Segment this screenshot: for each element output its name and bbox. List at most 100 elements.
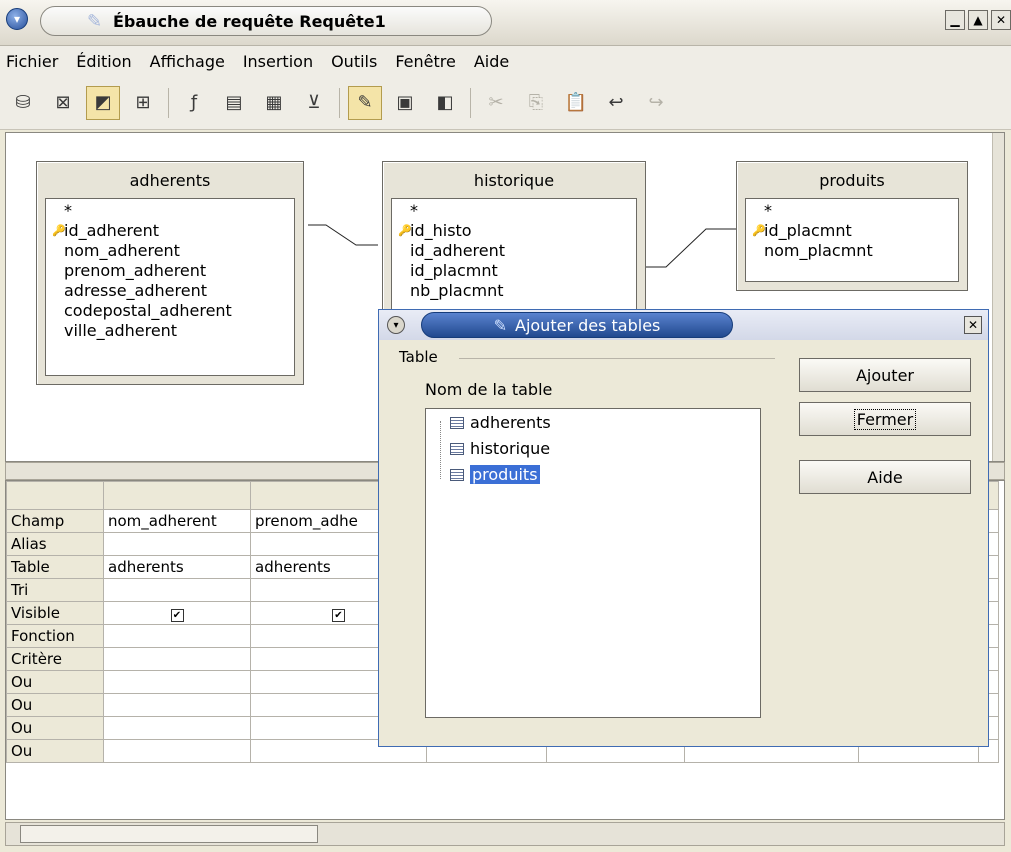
group-divider (459, 358, 775, 359)
table-window-historique[interactable]: historique * 🔑 id_histo id_adherent id_pl… (382, 161, 646, 321)
save-icon[interactable]: ▣ (388, 86, 422, 120)
field-item[interactable]: ville_adherent (52, 321, 288, 341)
alias-icon[interactable]: ▦ (257, 86, 291, 120)
corner-cell (6, 481, 104, 510)
menu-insertion[interactable]: Insertion (243, 52, 323, 71)
toolbar-separator (168, 87, 169, 118)
dialog-menu-button[interactable]: ▾ (387, 316, 405, 334)
menu-aide[interactable]: Aide (474, 52, 519, 71)
menu-fenetre[interactable]: Fenêtre (395, 52, 466, 71)
minimize-button[interactable]: ▁ (945, 10, 965, 30)
paste-icon[interactable]: 📋 (559, 86, 593, 120)
add-table-icon[interactable]: ⊞ (126, 86, 160, 120)
grid-cell[interactable]: nom_adherent (103, 509, 251, 533)
field-list-historique: * 🔑 id_histo id_adherent id_placmnt nb_pl… (391, 198, 637, 312)
grid-cell[interactable]: adherents (103, 555, 251, 579)
grid-cell[interactable] (103, 716, 251, 740)
maximize-button[interactable]: ▲ (968, 10, 988, 30)
field-item[interactable]: codepostal_adherent (52, 301, 288, 321)
table-icon (450, 442, 464, 455)
grid-horizontal-scrollbar[interactable] (5, 822, 1005, 846)
group-label: Table (399, 348, 442, 366)
field-item[interactable]: * (752, 201, 952, 221)
field-item[interactable]: * (52, 201, 288, 221)
grid-cell[interactable] (103, 624, 251, 648)
add-button[interactable]: Ajouter (799, 358, 971, 392)
tree-connector (440, 421, 441, 479)
list-item-historique[interactable]: historique (450, 439, 550, 458)
undo-icon[interactable]: ↩ (599, 86, 633, 120)
list-item-adherents[interactable]: adherents (450, 413, 551, 432)
grid-cell[interactable] (103, 578, 251, 602)
window-menu-button[interactable]: ▾ (6, 8, 28, 30)
field-item[interactable]: 🔑 id_adherent (52, 221, 288, 241)
window-titlebar: ▾ ✎ Ébauche de requête Requête1 ▁ ▲ ✕ (0, 0, 1011, 46)
window-title-pill: ✎ Ébauche de requête Requête1 (40, 6, 492, 36)
menu-fichier[interactable]: Fichier (6, 52, 68, 71)
visible-checkbox[interactable]: ✔ (170, 609, 184, 622)
table-title-produits: produits (819, 170, 885, 190)
copy-icon[interactable]: ⎘ (519, 86, 553, 120)
functions-icon[interactable]: ƒ (177, 86, 211, 120)
clear-query-icon[interactable]: ⊠ (46, 86, 80, 120)
field-item[interactable]: nom_placmnt (752, 241, 952, 261)
row-label: Ou (6, 716, 104, 740)
field-item[interactable]: 🔑 id_histo (398, 221, 630, 241)
field-list-adherents: * 🔑 id_adherent nom_adherent prenom_adher… (45, 198, 295, 376)
table-window-produits[interactable]: produits * 🔑 id_placmnt nom_placmnt (736, 161, 968, 291)
primary-key-icon: 🔑 (52, 224, 66, 237)
close-window-button[interactable]: ✕ (991, 10, 1011, 30)
window-title: Ébauche de requête Requête1 (113, 11, 386, 31)
menu-edition[interactable]: Édition (76, 52, 141, 71)
dialog-close-icon[interactable]: ✕ (964, 316, 982, 334)
field-item[interactable]: 🔑 id_placmnt (752, 221, 952, 241)
run-query-icon[interactable]: ⛁ (6, 86, 40, 120)
field-item[interactable]: nom_adherent (52, 241, 288, 261)
column-header[interactable] (103, 481, 251, 510)
redo-icon[interactable]: ↪ (639, 86, 673, 120)
save-as-icon[interactable]: ◧ (428, 86, 462, 120)
row-label: Table (6, 555, 104, 579)
grid-cell[interactable] (103, 647, 251, 671)
table-name-icon[interactable]: ▤ (217, 86, 251, 120)
menu-outils[interactable]: Outils (331, 52, 387, 71)
grid-cell[interactable] (103, 739, 251, 763)
table-title-historique: historique (473, 170, 555, 190)
dialog-icon: ✎ (493, 315, 507, 335)
dialog-titlebar: ▾ ✎ Ajouter des tables ✕ (379, 310, 988, 340)
menu-affichage[interactable]: Affichage (150, 52, 235, 71)
distinct-values-icon[interactable]: ⊻ (297, 86, 331, 120)
help-button[interactable]: Aide (799, 460, 971, 494)
table-name-label: Nom de la table (425, 380, 553, 399)
grid-cell[interactable] (103, 670, 251, 694)
field-item[interactable]: id_adherent (398, 241, 630, 261)
table-icon (450, 416, 464, 429)
field-item[interactable]: id_placmnt (398, 261, 630, 281)
row-label: Champ (6, 509, 104, 533)
row-label: Alias (6, 532, 104, 556)
list-item-produits[interactable]: produits (450, 465, 540, 484)
field-item[interactable]: * (398, 201, 630, 221)
toolbar-separator (339, 87, 340, 118)
dialog-title-pill: ✎ Ajouter des tables (421, 312, 733, 338)
row-label: Ou (6, 670, 104, 694)
scrollbar-thumb[interactable] (20, 825, 318, 843)
query-design-icon: ✎ (87, 11, 103, 32)
field-item[interactable]: adresse_adherent (52, 281, 288, 301)
edit-sql-icon[interactable]: ✎ (348, 85, 382, 120)
grid-cell[interactable] (103, 693, 251, 717)
cut-icon[interactable]: ✂ (479, 86, 513, 120)
field-item[interactable]: nb_placmnt (398, 281, 630, 301)
row-label: Fonction (6, 624, 104, 648)
design-view-icon[interactable]: ◩ (86, 85, 120, 120)
design-vertical-scrollbar[interactable] (992, 133, 1004, 461)
table-window-adherents[interactable]: adherents * 🔑 id_adherent nom_adherent pr… (36, 161, 304, 385)
window-controls: ▁ ▲ ✕ (945, 10, 1011, 30)
grid-cell[interactable] (103, 532, 251, 556)
table-list[interactable]: adherents historique produits (425, 408, 761, 718)
visible-checkbox[interactable]: ✔ (332, 609, 345, 622)
field-item[interactable]: prenom_adherent (52, 261, 288, 281)
close-button[interactable]: Fermer (799, 402, 971, 436)
table-title-adherents: adherents (129, 170, 211, 190)
row-label: Critère (6, 647, 104, 671)
